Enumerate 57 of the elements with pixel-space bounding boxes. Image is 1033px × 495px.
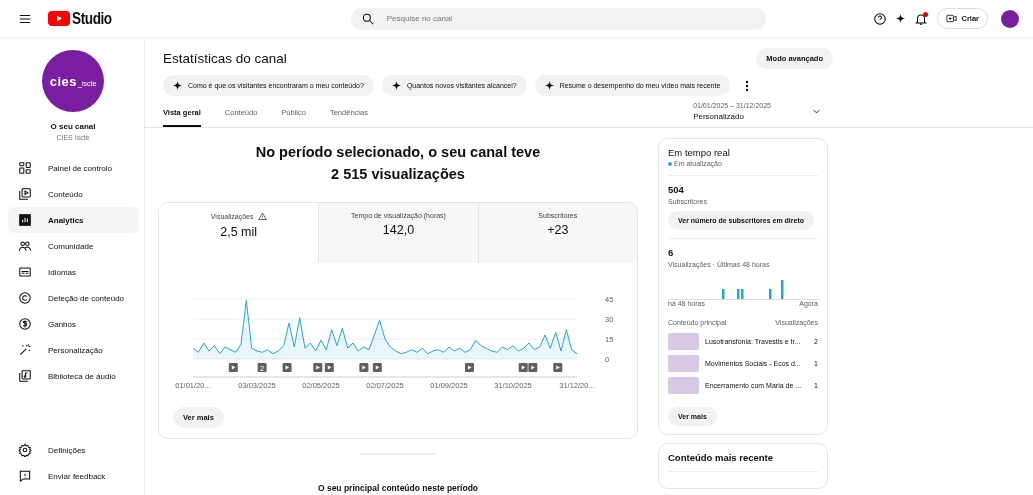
play-logo-icon [48,11,70,26]
sparkle-icon [391,81,401,90]
video-marker-icon[interactable] [228,362,238,372]
help-icon[interactable] [873,11,888,26]
video-stack-icon [18,187,32,201]
notification-bell-icon[interactable] [914,11,929,26]
sidebar-item[interactable]: Conteúdo [8,181,139,207]
subtitles-icon [18,265,32,279]
sidebar-item[interactable]: Deteção de conteúdo [8,285,139,311]
sparkle-icon [544,81,554,90]
thumbnail-placeholder [668,355,699,372]
thumbnail-placeholder [668,333,699,350]
view-count: 6 [668,247,675,258]
video-marker-icon[interactable] [528,362,538,372]
logo-text[interactable]: Studio [72,9,112,28]
settings-icon [18,443,32,457]
sparkle-icon [173,81,182,90]
sidebar-item[interactable]: Biblioteca de áudio [8,363,139,389]
page-title: Estatísticas do canal [163,51,287,66]
sidebar-item[interactable]: Comunidade [8,233,139,259]
search-field[interactable]: Pesquise no canal [384,13,766,24]
search-bar[interactable]: Pesquise no canal [350,7,766,30]
sidebar-item[interactable]: Analytics [8,207,139,233]
channel-title: O seu canal [50,122,96,131]
sparkle-icon [896,14,906,23]
video-marker-icon[interactable] [372,362,382,372]
video-marker-icon[interactable] [313,362,323,372]
video-add-icon [946,13,958,24]
avatar[interactable] [1001,9,1019,28]
grid-icon [18,161,32,175]
magic-wand-icon [18,343,32,357]
sidebar-item[interactable]: Definições [8,437,139,463]
status-dot [668,161,672,166]
people-icon [18,239,32,253]
video-marker-icon[interactable] [324,362,334,372]
card-title: Conteúdo mais recente [668,452,775,463]
subscriber-count: 504 [668,184,685,195]
bar-chart-icon [18,213,32,227]
sidebar-item[interactable]: Enviar feedback [8,463,139,489]
feedback-icon [18,469,32,483]
dollar-icon [18,317,32,331]
sidebar-item[interactable]: Painel de controlo [8,155,139,181]
search-icon [360,11,375,26]
video-marker-icon[interactable] [518,362,528,372]
video-marker-icon[interactable] [359,362,369,372]
copyright-icon [18,291,32,305]
sidebar-item[interactable]: Ganhos [8,311,139,337]
section-title: O seu principal conteúdo neste período [317,482,479,493]
sidebar-item[interactable]: Idiomas [8,259,139,285]
headline: No período selecionado, o seu canal teve 2 515 visualizações [255,143,541,184]
video-marker-icon[interactable] [465,362,474,372]
video-marker-icon[interactable] [282,362,292,372]
sidebar-item[interactable]: Personalização [8,337,139,363]
music-stack-icon [18,369,32,383]
card-title: Em tempo real [668,147,731,158]
thumbnail-placeholder [668,377,699,394]
video-marker-icon[interactable] [553,362,563,372]
